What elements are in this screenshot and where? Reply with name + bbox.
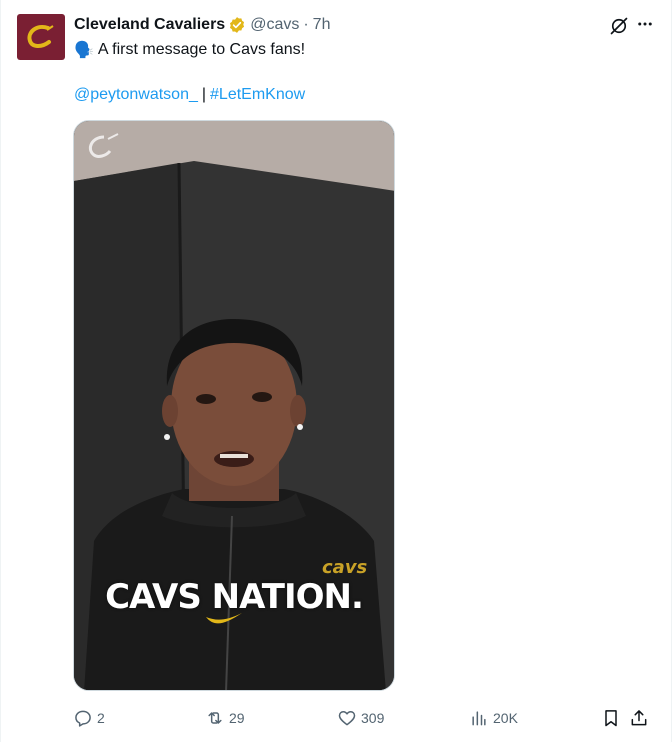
cavs-c-logo-icon xyxy=(27,25,54,48)
tweet-card[interactable]: Cleveland Cavaliers @cavs · 7h 🗣️ A firs… xyxy=(0,0,672,742)
display-name[interactable]: Cleveland Cavaliers xyxy=(74,16,225,34)
like-count: 309 xyxy=(361,710,385,726)
avatar[interactable] xyxy=(17,14,65,60)
separator-dot: · xyxy=(303,16,309,33)
timestamp[interactable]: 7h xyxy=(313,16,331,34)
handle[interactable]: @cavs xyxy=(250,16,299,34)
heart-icon xyxy=(338,711,356,726)
verified-badge-icon[interactable] xyxy=(228,16,246,34)
like-button[interactable]: 309 xyxy=(337,706,384,730)
grok-icon[interactable] xyxy=(607,14,631,38)
tweet-text-line1: 🗣️ A first message to Cavs fans! xyxy=(74,40,305,60)
video-overlay-text: CAVS NATION. xyxy=(105,577,364,617)
tweet-text-line2: @peytonwatson_ | #LetEmKnow xyxy=(74,86,305,104)
repost-icon xyxy=(208,712,222,724)
action-bar: 2 29 309 20K xyxy=(73,706,657,730)
svg-text:cavs: cavs xyxy=(322,557,368,578)
more-options-icon[interactable] xyxy=(633,12,657,36)
analytics-icon xyxy=(472,711,486,726)
reply-icon xyxy=(75,710,91,727)
repost-count: 29 xyxy=(229,710,245,726)
reply-count: 2 xyxy=(97,710,105,726)
hashtag-link[interactable]: #LetEmKnow xyxy=(210,86,305,104)
share-icon xyxy=(631,710,647,726)
repost-button[interactable]: 29 xyxy=(205,706,245,730)
tweet-text: A first message to Cavs fans! xyxy=(97,41,306,58)
bookmark-icon xyxy=(605,710,617,727)
reply-button[interactable]: 2 xyxy=(73,706,105,730)
text-separator: | xyxy=(201,86,207,103)
video-media[interactable]: cavs CAVS NATION. xyxy=(73,120,395,691)
views-button[interactable]: 20K xyxy=(469,706,518,730)
tweet-header: Cleveland Cavaliers @cavs · 7h xyxy=(74,14,655,36)
speaking-head-emoji: 🗣️ xyxy=(74,42,94,59)
mention-link[interactable]: @peytonwatson_ xyxy=(74,86,198,104)
view-count: 20K xyxy=(493,710,518,726)
bookmark-button[interactable] xyxy=(601,706,621,730)
share-button[interactable] xyxy=(629,706,649,730)
